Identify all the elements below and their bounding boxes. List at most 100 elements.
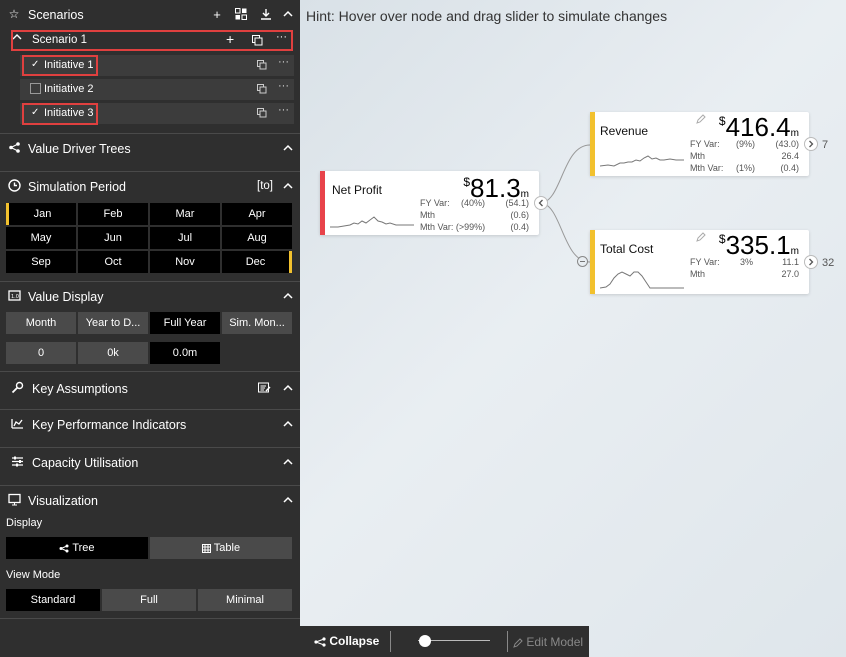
total-cost-sparkline [600, 271, 684, 289]
value-driver-trees-title: Value Driver Trees [28, 142, 131, 156]
month-button-may[interactable]: May [6, 227, 76, 249]
revenue-node[interactable]: Revenue $416.4m FY Var: (9%) (43.0) Mth … [590, 112, 809, 176]
month-button-jun[interactable]: Jun [78, 227, 148, 249]
metric-label: FY Var: [690, 139, 720, 149]
node-name: Total Cost [600, 242, 654, 256]
month-button-dec[interactable]: Dec [222, 251, 292, 273]
edit-model-button[interactable]: Edit Model [513, 635, 583, 649]
chevron-up-icon[interactable] [282, 456, 294, 468]
tree-canvas[interactable]: Hint: Hover over node and drag slider to… [300, 0, 846, 657]
chevron-up-icon[interactable] [282, 418, 294, 430]
copy-icon[interactable] [257, 108, 267, 121]
expand-total-cost-button[interactable] [804, 255, 818, 269]
initiative-3-highlight [22, 103, 98, 125]
display-table-label: Table [213, 542, 241, 554]
value-mode-button[interactable]: Month [6, 312, 76, 334]
capacity-section: Capacity Utilisation [0, 447, 300, 485]
add-scenario-icon[interactable]: + [210, 8, 224, 22]
scenario-manage-icon[interactable] [234, 8, 248, 22]
metric-value: (0.4) [510, 222, 529, 232]
simulation-period-tag[interactable]: [to] [257, 180, 273, 192]
month-button-mar[interactable]: Mar [150, 203, 220, 225]
more-icon[interactable]: ··· [278, 104, 289, 116]
edit-assumptions-icon[interactable] [257, 382, 271, 396]
value-display-header[interactable]: 1.0 Value Display [0, 282, 300, 312]
metric-value: (0.6) [510, 210, 529, 220]
chevron-up-icon[interactable] [282, 8, 294, 20]
view-mode-standard-button[interactable]: Standard [6, 589, 100, 611]
chevron-up-icon[interactable] [282, 382, 294, 394]
net-profit-sparkline [330, 216, 414, 228]
bottom-toolbar: Collapse Edit Model [300, 626, 589, 657]
kpi-header[interactable]: Key Performance Indicators [0, 410, 300, 440]
node-name: Net Profit [332, 183, 383, 197]
chevron-up-icon[interactable] [282, 290, 294, 302]
value-mode-button[interactable]: Sim. Mon... [222, 312, 292, 334]
key-assumptions-header[interactable]: Key Assumptions [0, 374, 300, 404]
month-button-jan[interactable]: Jan [6, 203, 76, 225]
pencil-icon [513, 638, 523, 648]
pencil-icon[interactable] [696, 232, 706, 242]
expand-revenue-button[interactable] [804, 137, 818, 151]
visualization-header[interactable]: Visualization [0, 486, 300, 516]
scenarios-section: ☆ Scenarios + Scenario 1 + ··· Initiativ… [0, 0, 300, 133]
month-button-jul[interactable]: Jul [150, 227, 220, 249]
monitor-icon [7, 493, 21, 507]
initiative-row-2[interactable]: Initiative 2 ··· [20, 79, 294, 100]
value-mode-button[interactable]: Year to D... [78, 312, 148, 334]
initiative-checkbox-2[interactable] [30, 83, 41, 94]
metric-label: Mth [690, 269, 706, 279]
capacity-title: Capacity Utilisation [32, 456, 139, 470]
month-button-aug[interactable]: Aug [222, 227, 292, 249]
collapse-button[interactable]: Collapse [314, 634, 379, 650]
zoom-slider[interactable] [418, 635, 490, 647]
view-mode-full-button[interactable]: Full [102, 589, 196, 611]
view-mode-minimal-button[interactable]: Minimal [198, 589, 292, 611]
value-format-button[interactable]: 0.0m [150, 342, 220, 364]
more-icon[interactable]: ··· [278, 80, 289, 92]
chevron-up-icon[interactable] [282, 142, 294, 154]
chevron-up-icon[interactable] [282, 180, 294, 192]
zoom-handle[interactable] [419, 635, 432, 647]
capacity-header[interactable]: Capacity Utilisation [0, 448, 300, 478]
svg-text:1.0: 1.0 [11, 294, 19, 300]
chevron-up-icon[interactable] [282, 494, 294, 506]
chevron-right-icon [809, 258, 814, 266]
scenarios-header[interactable]: ☆ Scenarios + [0, 0, 300, 30]
value-driver-trees-section: Value Driver Trees [0, 133, 300, 171]
display-tree-button[interactable]: Tree [6, 537, 148, 559]
month-button-feb[interactable]: Feb [78, 203, 148, 225]
value-format-button[interactable]: 0k [78, 342, 148, 364]
metric-pct: (40%) [461, 198, 486, 208]
key-assumptions-section: Key Assumptions [0, 371, 300, 409]
minus-circle-icon[interactable] [577, 256, 588, 267]
copy-icon[interactable] [257, 84, 267, 97]
node-name: Revenue [600, 124, 649, 138]
display-table-button[interactable]: Table [150, 537, 292, 559]
more-icon[interactable]: ··· [278, 56, 289, 68]
collapse-node-button[interactable] [534, 196, 548, 210]
total-cost-node[interactable]: Total Cost $335.1m FY Var: 3% 11.1 Mth 2… [590, 230, 809, 294]
month-button-nov[interactable]: Nov [150, 251, 220, 273]
value-driver-trees-header[interactable]: Value Driver Trees [0, 134, 300, 164]
value-mode-button[interactable]: Full Year [150, 312, 220, 334]
toolbar-divider [507, 631, 508, 652]
kpi-section: Key Performance Indicators [0, 409, 300, 447]
simulation-period-header[interactable]: Simulation Period [to] [0, 172, 300, 202]
sidebar: ☆ Scenarios + Scenario 1 + ··· Initiativ… [0, 0, 300, 657]
value-display-section: 1.0 Value Display Month Year to D... Full … [0, 281, 300, 371]
month-button-apr[interactable]: Apr [222, 203, 292, 225]
download-icon[interactable] [259, 8, 273, 22]
metric-label: Mth Var: (>99%) [420, 222, 486, 232]
net-profit-node[interactable]: Net Profit $81.3m FY Var: (40%) (54.1) M… [320, 171, 539, 235]
month-button-sep[interactable]: Sep [6, 251, 76, 273]
metric-label: FY Var: [420, 198, 450, 208]
month-button-oct[interactable]: Oct [78, 251, 148, 273]
pencil-icon[interactable] [696, 114, 706, 124]
node-accent-bar [590, 230, 595, 294]
metric-value: (43.0) [775, 139, 799, 149]
copy-icon[interactable] [257, 60, 267, 73]
value-format-button[interactable]: 0 [6, 342, 76, 364]
display-label: Display [6, 517, 43, 529]
node-accent-bar [320, 171, 325, 235]
